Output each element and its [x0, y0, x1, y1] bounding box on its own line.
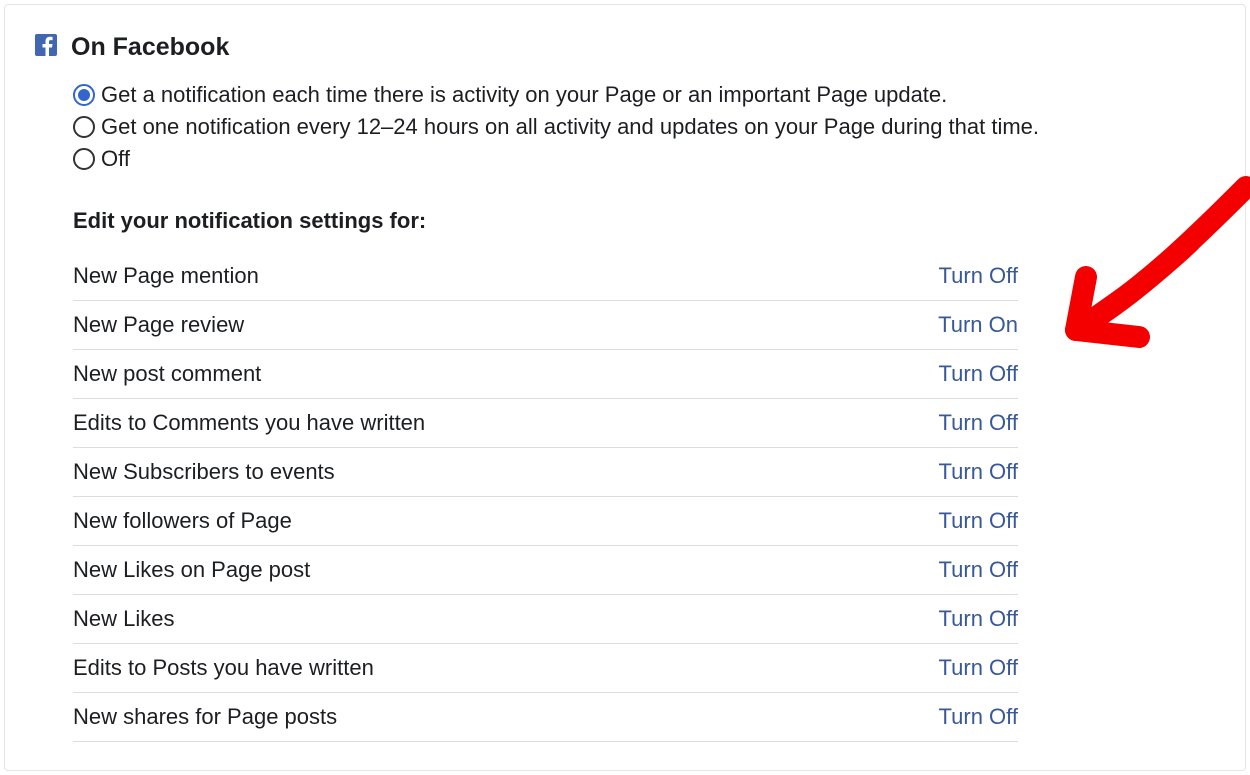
radio-icon	[73, 148, 95, 170]
setting-row: New post comment Turn Off	[73, 350, 1018, 399]
toggle-link[interactable]: Turn Off	[939, 508, 1018, 534]
setting-label: New post comment	[73, 361, 261, 387]
toggle-link[interactable]: Turn Off	[939, 361, 1018, 387]
setting-row: New followers of Page Turn Off	[73, 497, 1018, 546]
setting-label: New shares for Page posts	[73, 704, 337, 730]
toggle-link[interactable]: Turn On	[938, 312, 1018, 338]
setting-label: New Likes on Page post	[73, 557, 310, 583]
setting-row: New Page review Turn On	[73, 301, 1018, 350]
toggle-link[interactable]: Turn Off	[939, 410, 1018, 436]
setting-row: Edits to Comments you have written Turn …	[73, 399, 1018, 448]
radio-option-digest[interactable]: Get one notification every 12–24 hours o…	[73, 114, 1221, 140]
radio-option-each-activity[interactable]: Get a notification each time there is ac…	[73, 82, 1221, 108]
setting-row: New Likes on Page post Turn Off	[73, 546, 1018, 595]
setting-label: New Likes	[73, 606, 174, 632]
setting-row: New Page mention Turn Off	[73, 252, 1018, 301]
setting-label: Edits to Comments you have written	[73, 410, 425, 436]
setting-row: New Subscribers to events Turn Off	[73, 448, 1018, 497]
toggle-link[interactable]: Turn Off	[939, 704, 1018, 730]
annotation-arrow-icon	[1021, 162, 1250, 382]
toggle-link[interactable]: Turn Off	[939, 263, 1018, 289]
radio-icon	[73, 84, 95, 106]
setting-row: New Likes Turn Off	[73, 595, 1018, 644]
radio-icon	[73, 116, 95, 138]
radio-group: Get a notification each time there is ac…	[73, 82, 1221, 172]
radio-label: Off	[101, 146, 130, 172]
section-title: On Facebook	[71, 33, 229, 62]
notification-settings-panel: On Facebook Get a notification each time…	[4, 4, 1246, 771]
setting-label: New Subscribers to events	[73, 459, 335, 485]
settings-list: New Page mention Turn Off New Page revie…	[73, 252, 1018, 742]
facebook-icon	[35, 34, 57, 56]
setting-label: New Page mention	[73, 263, 259, 289]
toggle-link[interactable]: Turn Off	[939, 459, 1018, 485]
radio-option-off[interactable]: Off	[73, 146, 1221, 172]
toggle-link[interactable]: Turn Off	[939, 557, 1018, 583]
setting-label: New Page review	[73, 312, 244, 338]
setting-row: Edits to Posts you have written Turn Off	[73, 644, 1018, 693]
radio-label: Get a notification each time there is ac…	[101, 82, 947, 108]
edit-settings-subtitle: Edit your notification settings for:	[73, 208, 1221, 234]
setting-label: Edits to Posts you have written	[73, 655, 374, 681]
radio-label: Get one notification every 12–24 hours o…	[101, 114, 1039, 140]
header-row: On Facebook	[29, 33, 1221, 62]
setting-row: New shares for Page posts Turn Off	[73, 693, 1018, 742]
toggle-link[interactable]: Turn Off	[939, 606, 1018, 632]
setting-label: New followers of Page	[73, 508, 292, 534]
toggle-link[interactable]: Turn Off	[939, 655, 1018, 681]
